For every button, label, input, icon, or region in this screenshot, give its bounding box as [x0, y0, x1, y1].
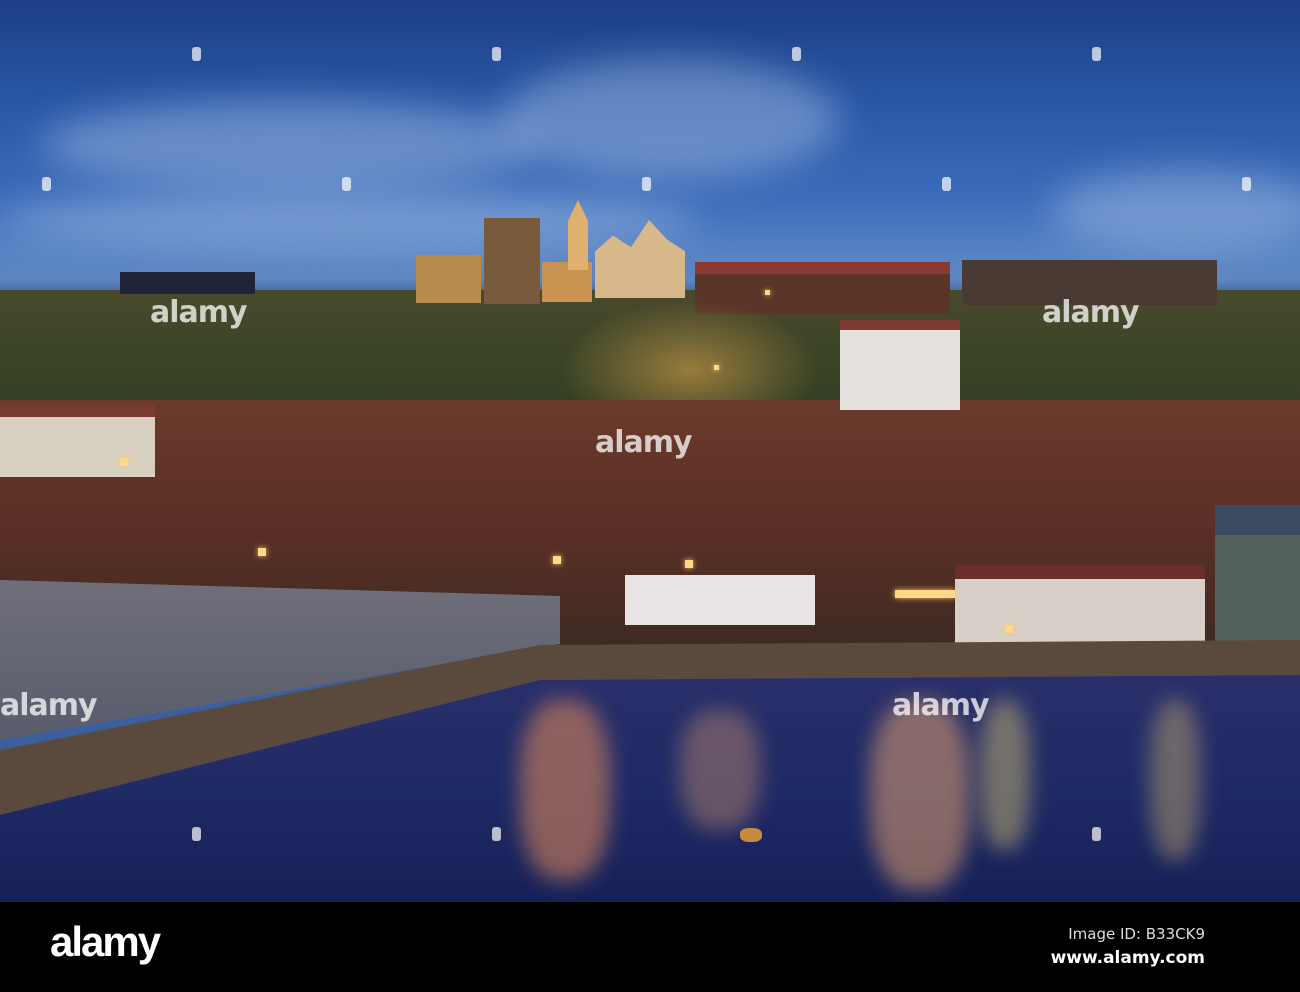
cloud [1050, 170, 1300, 250]
light-reflection [870, 700, 970, 890]
house-row-left [0, 405, 155, 477]
watermark-dot [342, 177, 351, 191]
watermark-dot [792, 47, 801, 61]
cloud [40, 100, 540, 190]
light-reflection [520, 700, 610, 880]
watermark-dot [642, 177, 651, 191]
lit-shop-window [895, 590, 955, 598]
stock-photo-page: alamy alamy alamy alamy alamy alamy Imag… [0, 0, 1300, 992]
house-slate-roof [1215, 505, 1300, 655]
watermark-dot [192, 47, 201, 61]
watermark-dot [942, 177, 951, 191]
church-nave [416, 255, 481, 303]
cloud [500, 60, 840, 180]
watermark-dot [1092, 47, 1101, 61]
lit-window [685, 560, 693, 568]
photo-whitby-harbour-dusk: alamy alamy alamy alamy alamy [0, 0, 1300, 902]
watermark-dot [492, 827, 501, 841]
watermark: alamy [0, 688, 98, 723]
lit-window [258, 548, 266, 556]
watermark-dot [192, 827, 201, 841]
watermark-dot [1092, 827, 1101, 841]
lit-window [120, 458, 128, 466]
watermark-dot [42, 177, 51, 191]
light-reflection [1150, 700, 1200, 860]
street-lamp [765, 290, 770, 295]
house-white-front [625, 575, 815, 625]
light-reflection [680, 710, 760, 830]
lit-window [553, 556, 561, 564]
alamy-logo: alamy [50, 918, 161, 965]
cloud [0, 190, 700, 250]
watermark-dot [492, 47, 501, 61]
moored-buoy [740, 828, 762, 842]
house-white [840, 320, 960, 410]
watermark: alamy [1042, 295, 1140, 330]
lit-window [1005, 625, 1013, 633]
footer-bar [0, 902, 1300, 992]
watermark: alamy [150, 295, 248, 330]
watermark-dot [1242, 177, 1251, 191]
harbour-water [0, 675, 1300, 902]
church-tower [484, 218, 540, 304]
website-link: www.alamy.com [1050, 948, 1205, 968]
image-id: Image ID: B33CK9 [1068, 925, 1205, 943]
watermark: alamy [892, 688, 990, 723]
street-lamp [714, 365, 719, 370]
watermark: alamy [595, 425, 693, 460]
clifftop-building [120, 272, 255, 294]
